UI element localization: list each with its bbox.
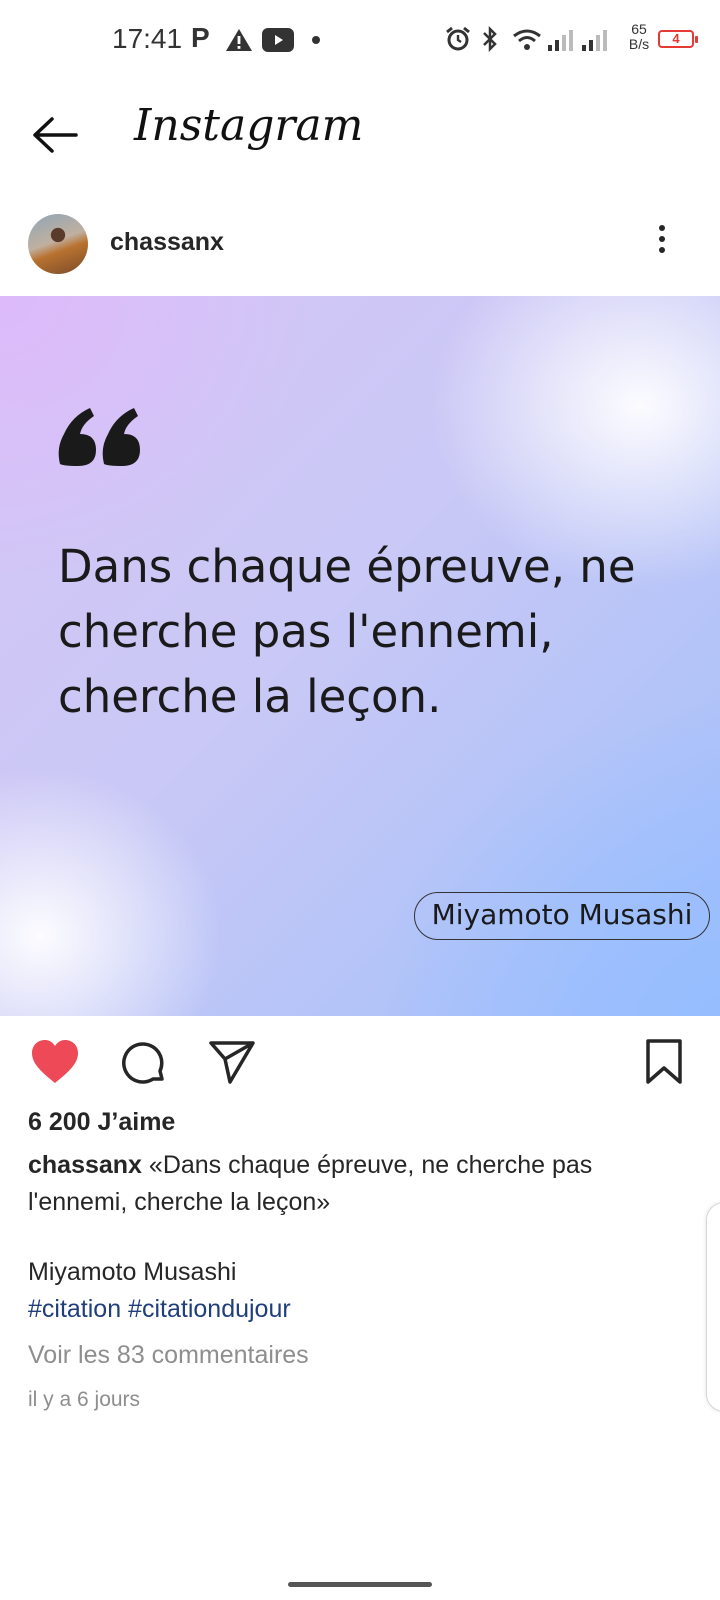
save-button[interactable] [644, 1038, 684, 1086]
warning-icon [226, 29, 252, 51]
net-speed-value: 65 [631, 21, 647, 37]
like-button[interactable] [30, 1039, 80, 1085]
comment-button[interactable] [120, 1039, 168, 1087]
post-username[interactable]: chassanx [110, 228, 224, 257]
signal-icon-2 [582, 30, 607, 51]
more-options-button[interactable] [650, 220, 674, 260]
comment-icon [122, 1042, 164, 1084]
caption: chassanx «Dans chaque épreuve, ne cherch… [28, 1147, 668, 1221]
hashtag-link[interactable]: #citationdujour [128, 1295, 291, 1323]
signal-icon [548, 30, 573, 51]
likes-count[interactable]: 6 200 J’aime [28, 1108, 175, 1137]
wifi-icon [513, 29, 541, 50]
caption-author: Miyamoto Musashi [28, 1258, 237, 1286]
youtube-icon [262, 28, 294, 52]
hashtag-link[interactable]: #citation [28, 1295, 121, 1323]
view-comments-link[interactable]: Voir les 83 commentaires [28, 1341, 309, 1370]
send-icon [209, 1041, 255, 1084]
share-button[interactable] [208, 1039, 256, 1085]
bookmark-icon [646, 1039, 682, 1084]
app-title: Instagram [134, 100, 364, 151]
quote-text: Dans chaque épreuve, ne cherche pas l'en… [58, 540, 636, 723]
caption-username[interactable]: chassanx [28, 1151, 142, 1179]
quote-mark-icon [58, 408, 140, 466]
post-timestamp: il y a 6 jours [28, 1388, 141, 1411]
home-indicator[interactable] [288, 1582, 432, 1587]
network-speed: 65 B/s [624, 22, 654, 52]
parking-app-icon: P [191, 22, 210, 53]
status-time: 17:41 [112, 23, 183, 54]
battery-icon: 4 [658, 30, 698, 48]
status-bar: 17:41 P 65 B/s 4 [0, 0, 720, 80]
bluetooth-icon [483, 25, 497, 53]
post-image[interactable]: Dans chaque épreuve, ne cherche pas l'en… [0, 296, 720, 1016]
arrow-left-icon [33, 117, 78, 153]
net-speed-unit: B/s [628, 36, 650, 52]
back-button[interactable] [30, 115, 80, 155]
heart-filled-icon [32, 1040, 78, 1083]
alarm-icon [446, 26, 470, 51]
dot-icon [312, 36, 320, 44]
avatar[interactable] [28, 214, 88, 274]
more-vertical-icon [650, 225, 674, 253]
quote-author-pill: Miyamoto Musashi [414, 892, 710, 940]
hashtags: #citation #citationdujour [28, 1295, 291, 1324]
edge-panel-handle[interactable] [706, 1202, 720, 1412]
